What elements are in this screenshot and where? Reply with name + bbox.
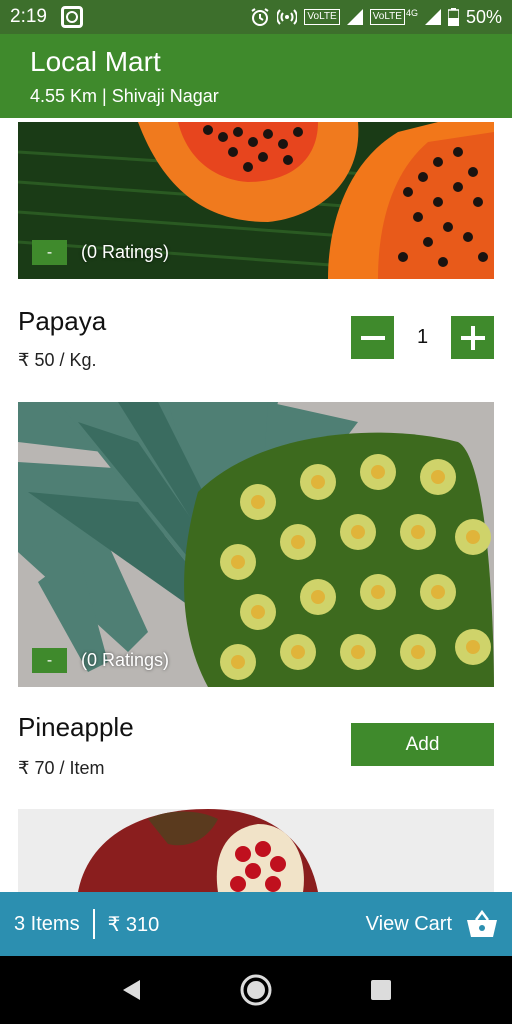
volte-badge-2: VoLTE: [369, 9, 405, 25]
rating-badge: -: [32, 648, 67, 673]
battery-percent: 50%: [465, 6, 502, 27]
basket-icon: [467, 910, 497, 937]
cart-item-count: 3 Items: [14, 912, 80, 935]
plus-icon: [460, 325, 485, 350]
recents-icon[interactable]: [370, 979, 392, 1001]
product-name: Papaya: [18, 306, 107, 336]
increase-button[interactable]: [451, 316, 494, 359]
battery-icon: [447, 8, 459, 26]
alarm-icon: [251, 8, 269, 26]
product-list[interactable]: - (0 Ratings) Papaya ₹ 50 / Kg. 1 - (0 R…: [0, 118, 512, 892]
rating-badge: -: [32, 240, 67, 265]
product-price: ₹ 50 / Kg.: [18, 350, 97, 370]
status-bar: 2:19 VoLTE VoLTE 4G 50%: [0, 0, 512, 34]
hotspot-icon: [277, 9, 298, 25]
pineapple-photo: [18, 402, 494, 687]
signal-icon: [346, 9, 363, 25]
view-cart-label: View Cart: [365, 912, 452, 935]
pineapple-rating: - (0 Ratings): [32, 648, 169, 673]
volte-badge-1: VoLTE: [304, 9, 340, 25]
papaya-rating: - (0 Ratings): [32, 240, 169, 265]
store-location: 4.55 Km | Shivaji Nagar: [30, 86, 219, 106]
status-time: 2:19: [10, 6, 47, 27]
app-header: Local Mart 4.55 Km | Shivaji Nagar: [0, 34, 512, 118]
status-icons: VoLTE VoLTE 4G 50%: [250, 7, 502, 28]
rating-count: (0 Ratings): [81, 242, 170, 262]
product-name: Pineapple: [18, 712, 134, 742]
pomegranate-image[interactable]: [18, 809, 494, 892]
cart-total: ₹ 310: [107, 913, 160, 936]
signal-icon-2: [424, 9, 441, 25]
store-title: Local Mart: [30, 46, 161, 77]
app-notification-icon: [60, 6, 83, 28]
cart-bar[interactable]: 3 Items ₹ 310 View Cart: [0, 892, 512, 956]
home-icon[interactable]: [240, 974, 272, 1006]
view-cart-button[interactable]: View Cart: [366, 910, 498, 938]
pomegranate-photo: [18, 809, 494, 892]
network-type: 4G: [405, 8, 418, 18]
pineapple-image[interactable]: - (0 Ratings): [18, 402, 494, 687]
back-icon[interactable]: [120, 978, 142, 1002]
add-to-cart-button[interactable]: Add: [351, 723, 494, 766]
papaya-image[interactable]: - (0 Ratings): [18, 122, 494, 279]
rating-count: (0 Ratings): [81, 650, 170, 670]
quantity-stepper[interactable]: 1: [351, 316, 494, 359]
system-nav-bar: [0, 956, 512, 1024]
quantity-value: 1: [416, 326, 429, 348]
cart-divider: [92, 909, 95, 939]
minus-icon: [360, 335, 385, 340]
decrease-button[interactable]: [351, 316, 394, 359]
product-price: ₹ 70 / Item: [18, 758, 105, 778]
